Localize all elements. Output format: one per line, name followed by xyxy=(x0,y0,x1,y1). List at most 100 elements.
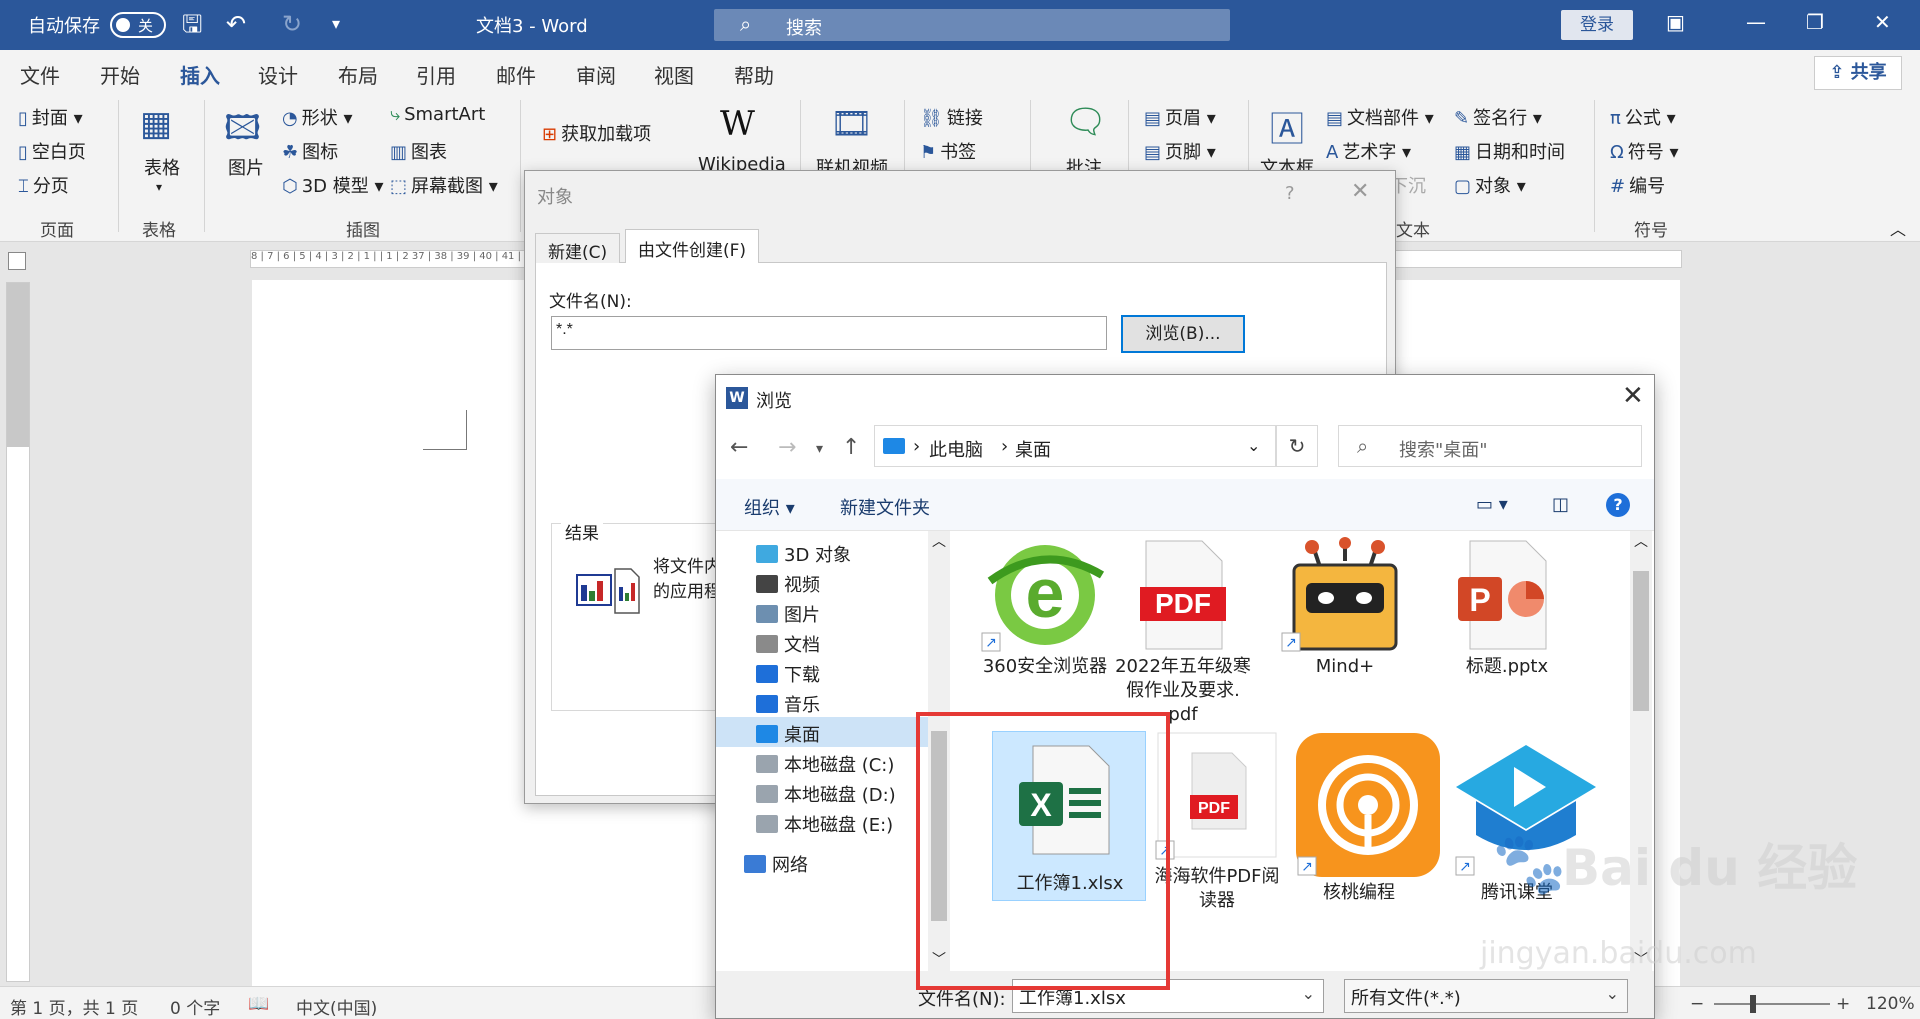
address-bar[interactable]: › 此电脑 › 桌面 ⌄ xyxy=(874,425,1276,467)
chevron-down-icon[interactable]: ⌄ xyxy=(1606,984,1619,1003)
nav-item-music[interactable]: 音乐 xyxy=(756,691,820,717)
browse-button[interactable]: 浏览(B)... xyxy=(1121,315,1245,353)
up-icon[interactable]: ↑ xyxy=(842,435,860,460)
shapes-button[interactable]: ◔ 形状 ▾ xyxy=(282,104,352,130)
preview-pane-icon[interactable]: ◫ xyxy=(1552,494,1569,515)
help-icon[interactable]: ? xyxy=(1606,493,1630,517)
language[interactable]: 中文(中国) xyxy=(296,994,377,1019)
number-button[interactable]: # 编号 xyxy=(1610,172,1665,198)
equation-button[interactable]: π 公式 ▾ xyxy=(1610,104,1676,130)
link-button[interactable]: ⛓ 链接 xyxy=(920,104,983,130)
tab-view[interactable]: 视图 xyxy=(654,60,694,89)
nav-item-network[interactable]: 网络 xyxy=(744,851,808,877)
tab-design[interactable]: 设计 xyxy=(258,60,298,89)
wikipedia-icon[interactable]: W xyxy=(720,104,755,144)
symbol-button[interactable]: Ω 符号 ▾ xyxy=(1610,138,1679,164)
nav-item-downloads[interactable]: 下载 xyxy=(756,661,820,687)
quick-parts-button[interactable]: ▤ 文档部件 ▾ xyxy=(1326,104,1434,130)
search-input[interactable]: ⌕ 搜索"桌面" xyxy=(1338,425,1642,467)
comment-icon[interactable]: 🗨 xyxy=(1064,102,1107,142)
breadcrumb-desktop[interactable]: 桌面 xyxy=(1015,436,1051,462)
object-button[interactable]: ▢ 对象 ▾ xyxy=(1454,172,1526,198)
new-folder-button[interactable]: 新建文件夹 xyxy=(840,494,930,520)
nav-item-desktop[interactable]: 桌面 xyxy=(716,717,928,747)
file-name-input[interactable]: *.* xyxy=(551,316,1107,350)
page-count[interactable]: 第 1 页，共 1 页 xyxy=(10,994,138,1019)
vertical-ruler[interactable] xyxy=(6,282,30,982)
date-time-button[interactable]: ▦ 日期和时间 xyxy=(1454,138,1565,164)
tab-create-new[interactable]: 新建(C) xyxy=(535,233,621,263)
help-icon[interactable]: ? xyxy=(1285,183,1295,204)
nav-item-3d-objects[interactable]: 3D 对象 xyxy=(756,541,851,567)
file-type-select[interactable]: 所有文件(*.*) ⌄ xyxy=(1344,979,1628,1013)
share-button[interactable]: ⇪ 共享 xyxy=(1814,56,1902,90)
tab-layout[interactable]: 布局 xyxy=(338,60,378,89)
screenshot-button[interactable]: ⬚ 屏幕截图 ▾ xyxy=(390,172,498,198)
bookmark-button[interactable]: ⚑ 书签 xyxy=(920,138,976,164)
forward-icon[interactable]: → xyxy=(778,435,796,460)
scroll-up-icon[interactable]: ︿ xyxy=(932,531,946,551)
chart-button[interactable]: ▥ 图表 xyxy=(390,138,447,164)
scroll-up-icon[interactable]: ︿ xyxy=(1634,531,1648,551)
3d-model-button[interactable]: ⬡ 3D 模型 ▾ xyxy=(282,172,384,198)
file-item[interactable]: PDF 2022年五年级寒 假作业及要求. pdf xyxy=(1115,537,1251,725)
zoom-slider[interactable] xyxy=(1714,995,1830,1013)
tab-mailings[interactable]: 邮件 xyxy=(496,60,536,89)
file-item[interactable]: ↗ Mind+ xyxy=(1280,537,1410,677)
proofing-icon[interactable]: 📖 xyxy=(248,994,269,1014)
zoom-in-icon[interactable]: + xyxy=(1836,994,1850,1014)
smartart-button[interactable]: ⤷ SmartArt xyxy=(390,104,485,125)
page-break-button[interactable]: ⌶ 分页 xyxy=(18,172,69,198)
close-icon[interactable]: ✕ xyxy=(1622,381,1644,411)
breadcrumb-this-pc[interactable]: 此电脑 xyxy=(929,436,983,462)
minimize-icon[interactable]: — xyxy=(1746,10,1766,34)
tab-help[interactable]: 帮助 xyxy=(734,60,774,89)
tab-review[interactable]: 审阅 xyxy=(576,60,616,89)
tab-selector[interactable] xyxy=(8,252,26,270)
word-count[interactable]: 0 个字 xyxy=(170,994,220,1019)
login-button[interactable]: 登录 xyxy=(1561,10,1633,40)
tab-file[interactable]: 文件 xyxy=(20,60,60,89)
zoom-out-icon[interactable]: − xyxy=(1690,994,1704,1014)
header-button[interactable]: ▤ 页眉 ▾ xyxy=(1144,104,1216,130)
tab-references[interactable]: 引用 xyxy=(416,60,456,89)
chevron-down-icon[interactable]: ⌄ xyxy=(1247,436,1260,455)
file-item[interactable]: PDF ↗ 海海软件PDF阅 读器 xyxy=(1152,731,1282,911)
table-button[interactable]: 表格 xyxy=(144,154,180,180)
picture-icon[interactable]: 🖾 xyxy=(224,104,261,161)
nav-item-pictures[interactable]: 图片 xyxy=(756,601,820,627)
customize-qat-icon[interactable]: ▾ xyxy=(332,10,340,38)
zoom-thumb[interactable] xyxy=(1750,995,1756,1013)
textbox-icon[interactable]: 🄰 xyxy=(1270,102,1304,151)
nav-item-drive-d[interactable]: 本地磁盘 (D:) xyxy=(756,781,896,807)
close-icon[interactable]: ✕ xyxy=(1874,10,1891,34)
wordart-button[interactable]: A 艺术字 ▾ xyxy=(1326,138,1411,164)
undo-icon[interactable]: ↶ xyxy=(226,10,246,38)
refresh-button[interactable]: ↻ xyxy=(1276,425,1318,467)
file-item[interactable]: e ↗ 360安全浏览器 xyxy=(980,537,1110,677)
footer-button[interactable]: ▤ 页脚 ▾ xyxy=(1144,138,1216,164)
recent-locations-icon[interactable]: ▾ xyxy=(816,441,823,457)
restore-icon[interactable]: ❐ xyxy=(1806,10,1824,34)
picture-button[interactable]: 图片 xyxy=(228,154,264,180)
search-box[interactable]: ⌕ 搜索 xyxy=(714,9,1230,41)
view-options-icon[interactable]: ▭ ▾ xyxy=(1476,494,1508,515)
blank-page-button[interactable]: ▯ 空白页 xyxy=(18,138,86,164)
tab-create-from-file[interactable]: 由文件创建(F) xyxy=(625,229,760,263)
scroll-thumb[interactable] xyxy=(1633,571,1649,711)
online-video-icon[interactable]: 🎞 xyxy=(830,104,873,144)
chevron-down-icon[interactable]: ⌄ xyxy=(1302,984,1315,1003)
nav-item-drive-e[interactable]: 本地磁盘 (E:) xyxy=(756,811,893,837)
back-icon[interactable]: ← xyxy=(730,435,748,460)
nav-item-videos[interactable]: 视频 xyxy=(756,571,820,597)
signature-line-button[interactable]: ✎ 签名行 ▾ xyxy=(1454,104,1542,130)
cover-button[interactable]: ▯ 封面 ▾ xyxy=(18,104,83,130)
tab-home[interactable]: 开始 xyxy=(100,60,140,89)
nav-item-documents[interactable]: 文档 xyxy=(756,631,820,657)
organize-button[interactable]: 组织 ▾ xyxy=(744,494,795,520)
nav-item-drive-c[interactable]: 本地磁盘 (C:) xyxy=(756,751,894,777)
file-item[interactable]: P 标题.pptx xyxy=(1442,537,1572,677)
table-icon[interactable]: ▦ xyxy=(140,104,172,144)
icons-button[interactable]: ☘ 图标 xyxy=(282,138,338,164)
redo-icon[interactable]: ↻ xyxy=(282,10,302,38)
